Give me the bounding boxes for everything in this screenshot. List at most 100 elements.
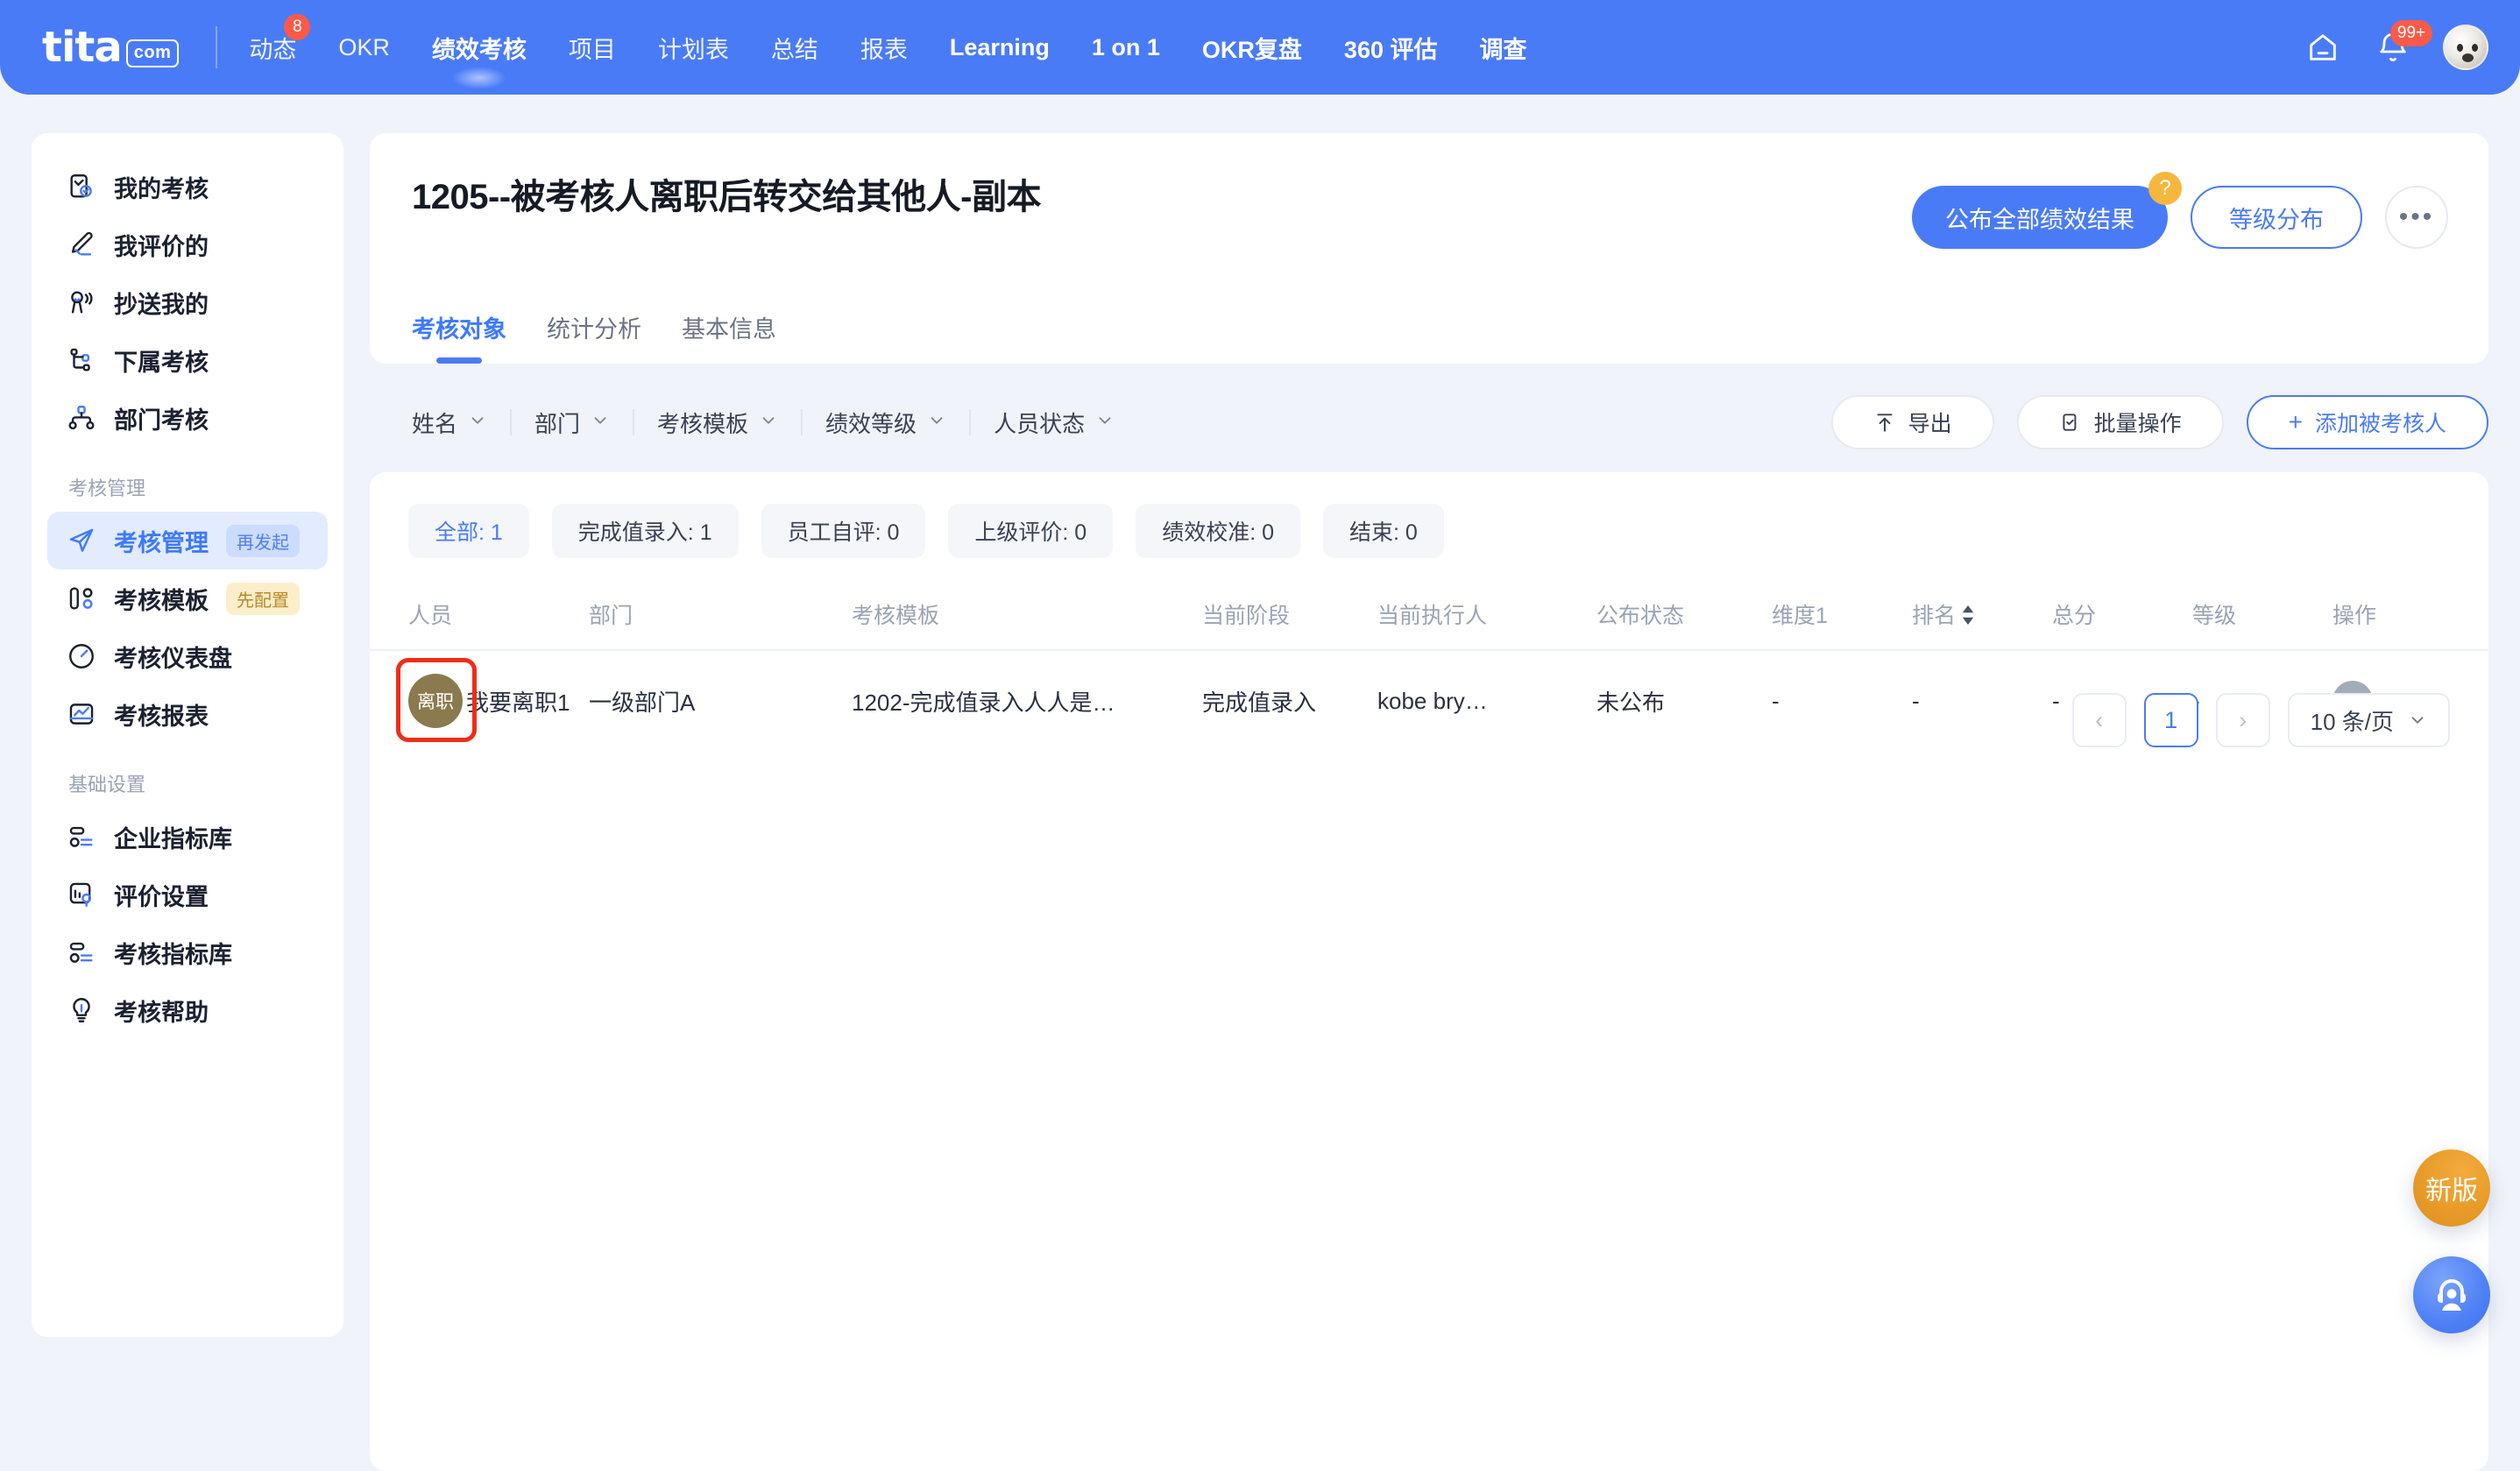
list-box-icon xyxy=(69,942,93,963)
batch-operation-button[interactable]: 批量操作 xyxy=(2016,395,2224,449)
nav-item-3[interactable]: 绩效考核 xyxy=(411,0,548,95)
cell-executor: kobe bry… xyxy=(1377,687,1488,714)
nav-item-5[interactable]: 计划表 xyxy=(637,0,750,95)
sidebar-item-考核指标库[interactable]: 考核指标库 xyxy=(47,923,328,981)
nav-item-label: OKR复盘 xyxy=(1201,36,1302,63)
sidebar-item-tag: 再发起 xyxy=(226,524,300,557)
filter-5[interactable]: 人员状态 xyxy=(971,407,1137,439)
nav-item-label: 项目 xyxy=(568,36,616,63)
sidebar-item-label: 部门考核 xyxy=(114,407,209,434)
pagination-page-1[interactable]: 1 xyxy=(2143,693,2198,747)
status-chip-6[interactable]: 结束: 0 xyxy=(1322,504,1444,558)
filter-3[interactable]: 考核模板 xyxy=(634,407,801,439)
my-review-icon xyxy=(70,174,92,198)
pagination-next-button[interactable]: › xyxy=(2215,693,2270,747)
sort-arrows-icon[interactable] xyxy=(1961,605,1975,625)
tab-2[interactable]: 统计分析 xyxy=(547,310,641,364)
filter-4[interactable]: 绩效等级 xyxy=(803,407,969,439)
new-version-label: 新版 xyxy=(2425,1177,2478,1206)
sidebar-item-考核报表[interactable]: 考核报表 xyxy=(47,685,328,743)
more-options-button[interactable]: ••• xyxy=(2385,186,2448,249)
column-header-label: 等级 xyxy=(2192,604,2237,628)
sidebar-item-部门考核[interactable]: 部门考核 xyxy=(47,389,328,447)
status-chip-3[interactable]: 员工自评: 0 xyxy=(761,504,926,558)
nav-item-8[interactable]: Learning xyxy=(929,0,1071,95)
home-icon[interactable] xyxy=(2303,27,2343,67)
filter-1[interactable]: 姓名 xyxy=(389,407,510,439)
nav-item-7[interactable]: 报表 xyxy=(839,0,929,95)
nav-item-10[interactable]: OKR复盘 xyxy=(1181,0,1323,95)
nav-right-actions: 99+ xyxy=(2303,20,2488,70)
sidebar-item-评价设置[interactable]: 评价设置 xyxy=(47,866,328,923)
paper-plane-icon xyxy=(69,528,94,552)
nav-item-6[interactable]: 总结 xyxy=(750,0,839,95)
filter-group: 姓名 部门 考核模板 绩效等级 人员状态 xyxy=(370,407,1137,439)
column-header-label: 人员 xyxy=(408,604,453,628)
publish-all-results-button[interactable]: 公布全部绩效结果 ? xyxy=(1912,172,2182,249)
column-header-人员: 人员 xyxy=(370,583,589,651)
column-header-操作: 操作 xyxy=(2332,583,2488,651)
column-header-考核模板: 考核模板 xyxy=(852,583,1202,651)
main-content: 1205--被考核人离职后转交给其他人-副本 公布全部绩效结果 ? 等级分布 •… xyxy=(370,133,2488,1471)
sidebar-item-label: 抄送我的 xyxy=(114,291,209,318)
my-review-icon xyxy=(67,172,96,202)
cell-stage: 完成值录入 xyxy=(1202,689,1317,716)
column-header-label: 当前阶段 xyxy=(1202,604,1291,628)
status-chip-1[interactable]: 全部: 1 xyxy=(408,504,529,558)
top-navigation-bar: tita com 动态 8 OKR 绩效考核 项目 计划表 总结 报表 Learning 1 on… xyxy=(0,0,2520,95)
nav-item-1[interactable]: 动态 8 xyxy=(228,0,317,95)
filter-label: 考核模板 xyxy=(657,410,749,437)
filter-2[interactable]: 部门 xyxy=(512,407,633,439)
nav-item-11[interactable]: 360 评估 xyxy=(1323,0,1459,95)
nav-item-label: 1 on 1 xyxy=(1091,33,1160,60)
sidebar-item-我评价的[interactable]: 我评价的 xyxy=(47,216,328,273)
status-chip-4[interactable]: 上级评价: 0 xyxy=(948,504,1114,558)
column-header-label: 当前执行人 xyxy=(1377,604,1488,628)
avatar[interactable]: 离职 xyxy=(408,674,463,728)
bell-badge: 99+ xyxy=(2390,20,2432,46)
customer-support-button[interactable] xyxy=(2413,1256,2490,1333)
template-icon xyxy=(69,587,93,610)
help-badge-icon[interactable]: ? xyxy=(2148,172,2182,205)
table-head: 人员 部门 考核模板 当前阶段 当前执行人 公布状态 维度1 排名 总分 等级 操作 xyxy=(370,583,2488,651)
add-assessee-button[interactable]: + 添加被考核人 xyxy=(2246,395,2488,449)
sidebar-item-考核模板[interactable]: 考核模板 先配置 xyxy=(47,569,328,627)
export-button[interactable]: 导出 xyxy=(1830,395,1994,449)
sidebar-item-考核管理[interactable]: 考核管理 再发起 xyxy=(47,512,328,569)
logo-text: tita xyxy=(42,23,123,72)
nav-item-label: 总结 xyxy=(770,36,818,63)
new-version-button[interactable]: 新版 xyxy=(2413,1149,2490,1227)
pencil-icon xyxy=(71,231,93,256)
sidebar-item-下属考核[interactable]: 下属考核 xyxy=(47,331,328,389)
table-header-row: 人员 部门 考核模板 当前阶段 当前执行人 公布状态 维度1 排名 总分 等级 操作 xyxy=(370,583,2488,651)
nav-item-9[interactable]: 1 on 1 xyxy=(1071,0,1181,95)
sidebar-item-考核仪表盘[interactable]: 考核仪表盘 xyxy=(47,627,328,685)
bell-icon[interactable]: 99+ xyxy=(2373,20,2432,67)
template-icon xyxy=(67,583,96,613)
sidebar-item-企业指标库[interactable]: 企业指标库 xyxy=(47,808,328,866)
sidebar-item-我的考核[interactable]: 我的考核 xyxy=(47,158,328,216)
avatar[interactable] xyxy=(2443,25,2488,70)
org-tree-icon xyxy=(67,403,96,433)
sidebar-item-考核帮助[interactable]: 考核帮助 xyxy=(47,981,328,1039)
tab-3[interactable]: 基本信息 xyxy=(682,310,776,364)
chevron-down-icon xyxy=(759,409,778,436)
status-chip-2[interactable]: 完成值录入: 1 xyxy=(551,504,739,558)
grade-distribution-button[interactable]: 等级分布 xyxy=(2191,186,2362,249)
nav-item-label: 计划表 xyxy=(657,36,729,63)
brand-logo[interactable]: tita com xyxy=(42,23,180,72)
sidebar: 我的考核 我评价的 抄送我的 下属考核 部门考核 考核管理 考核管理 再发起 考核模板 先配置… xyxy=(32,133,343,1337)
nav-item-4[interactable]: 项目 xyxy=(548,0,637,95)
status-chip-5[interactable]: 绩效校准: 0 xyxy=(1136,504,1300,558)
nav-item-12[interactable]: 调查 xyxy=(1458,0,1547,95)
sidebar-item-抄送我的[interactable]: 抄送我的 xyxy=(47,273,328,331)
nav-item-label: OKR xyxy=(338,33,390,60)
column-header-排名[interactable]: 排名 xyxy=(1912,583,2052,651)
chart-report-icon xyxy=(67,699,96,729)
column-header-维度1: 维度1 xyxy=(1772,583,1912,651)
pagination-prev-button[interactable]: ‹ xyxy=(2071,693,2127,747)
tab-1[interactable]: 考核对象 xyxy=(412,310,506,364)
nav-divider xyxy=(216,26,218,68)
page-size-select[interactable]: 10 条/页 xyxy=(2287,693,2450,747)
nav-item-2[interactable]: OKR xyxy=(317,0,411,95)
